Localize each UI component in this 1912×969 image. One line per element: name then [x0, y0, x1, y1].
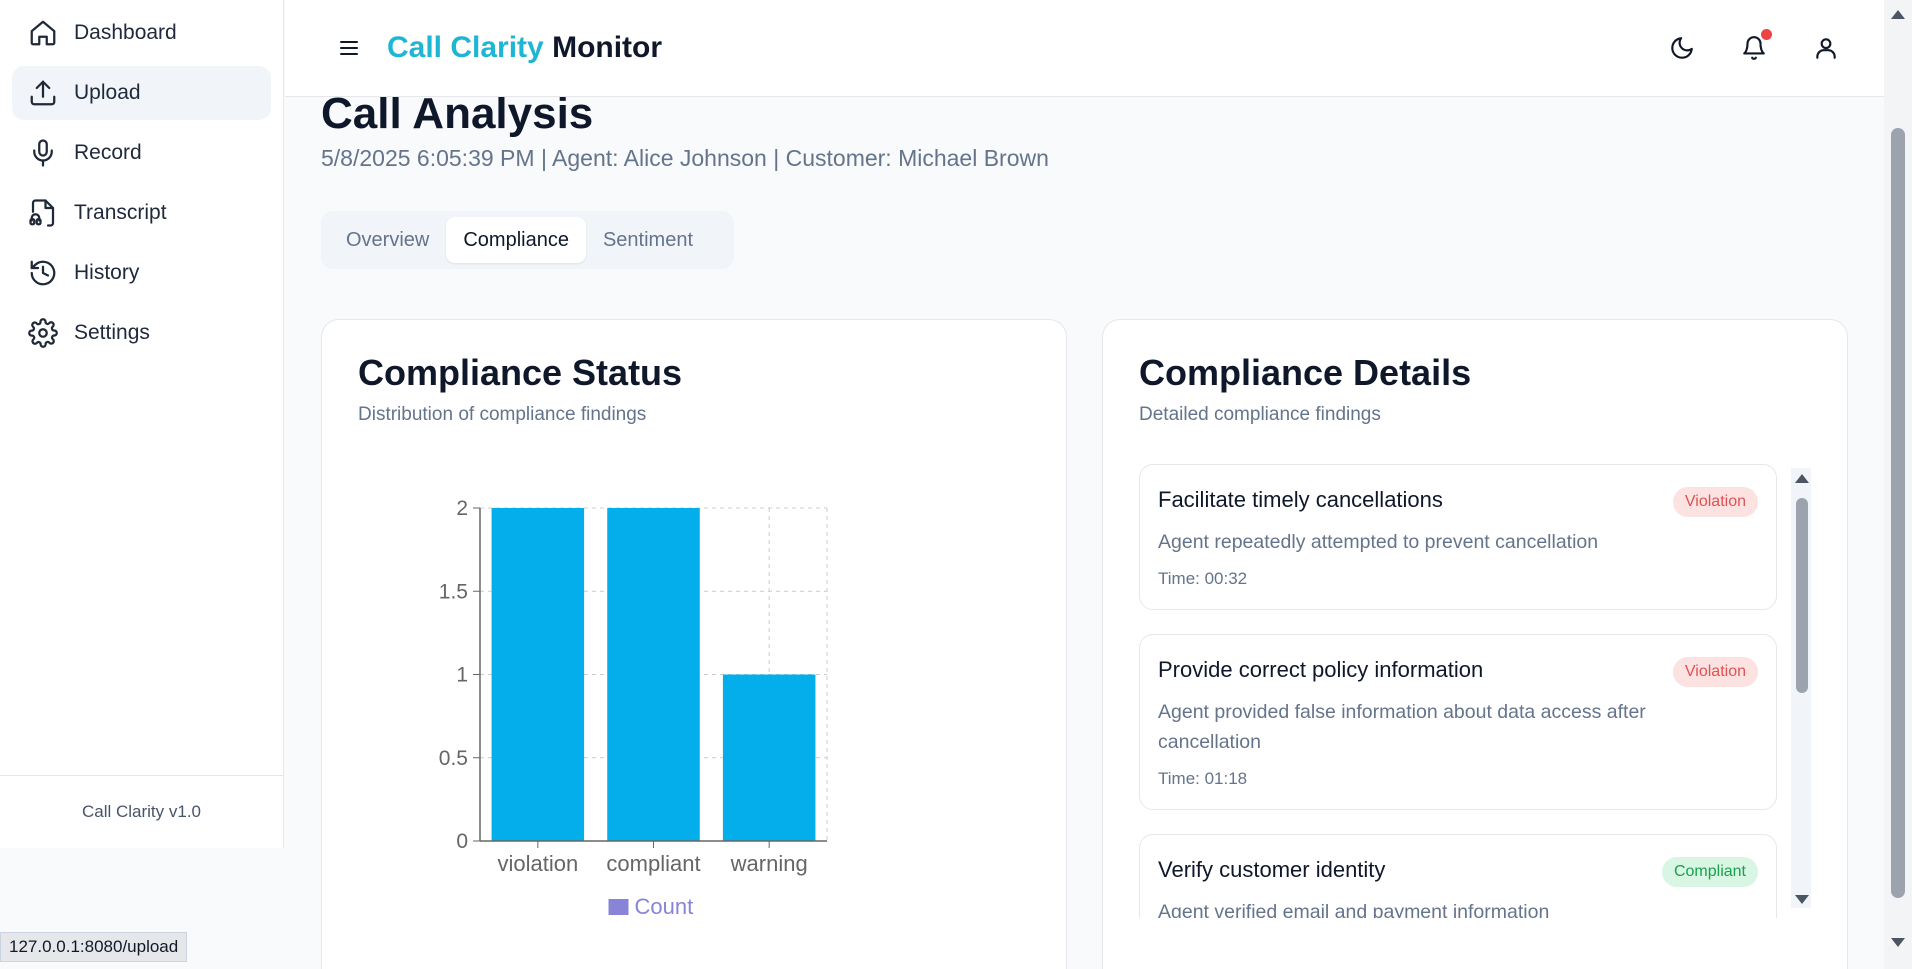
findings-scrollbar[interactable]: [1791, 468, 1811, 908]
header-actions: [1632, 26, 1848, 70]
finding-description: Agent verified email and payment informa…: [1158, 901, 1550, 918]
y-tick-label: 0.5: [439, 747, 468, 770]
card-subtitle: Detailed compliance findings: [1139, 404, 1381, 425]
scroll-up-arrow-icon[interactable]: [1891, 10, 1905, 19]
sidebar-item-history[interactable]: History: [12, 246, 271, 300]
bar-violation: [491, 508, 585, 841]
finding-item: Facilitate timely cancellations Violatio…: [1139, 464, 1777, 610]
tab-sentiment[interactable]: Sentiment: [586, 217, 710, 263]
call-meta: 5/8/2025 6:05:39 PM | Agent: Alice Johns…: [321, 145, 1049, 171]
sidebar-item-upload[interactable]: Upload: [12, 66, 271, 120]
status-badge: Compliant: [1661, 857, 1758, 887]
user-icon: [1816, 38, 1836, 59]
card-title: Compliance Status: [358, 352, 683, 393]
sidebar-item-dashboard[interactable]: Dashboard: [12, 6, 271, 60]
y-tick-label: 2: [456, 497, 468, 520]
scroll-down-arrow-icon[interactable]: [1795, 895, 1809, 904]
finding-description: Agent repeatedly attempted to prevent ca…: [1158, 531, 1599, 553]
bar-warning: [722, 674, 816, 841]
gear-icon: [28, 318, 58, 348]
tab-overview[interactable]: Overview: [329, 217, 446, 263]
sidebar-item-label: History: [74, 261, 140, 284]
scroll-down-arrow-icon[interactable]: [1891, 938, 1905, 947]
mic-icon: [28, 138, 58, 168]
x-tick-label: compliant: [606, 851, 700, 876]
y-tick-label: 1.5: [439, 580, 468, 603]
brand-rest: Monitor: [552, 31, 663, 64]
sidebar-item-label: Upload: [74, 81, 141, 104]
status-badge: Violation: [1672, 487, 1758, 517]
finding-title: Verify customer identity: [1158, 857, 1386, 882]
sidebar-item-label: Transcript: [74, 201, 167, 224]
bar-compliant: [607, 508, 700, 841]
tab-compliance[interactable]: Compliance: [446, 217, 586, 263]
finding-title: Provide correct policy information: [1158, 657, 1484, 682]
legend-label: Count: [635, 894, 694, 919]
y-tick-label: 1: [456, 664, 468, 687]
legend-swatch: [608, 899, 629, 915]
finding-item: Verify customer identity Compliant Agent…: [1139, 834, 1777, 918]
home-icon: [28, 18, 58, 48]
upload-icon: [28, 78, 58, 108]
scrollbar-thumb[interactable]: [1891, 128, 1905, 898]
sidebar-item-record[interactable]: Record: [12, 126, 271, 180]
compliance-details-card: Compliance Details Detailed compliance f…: [1102, 319, 1848, 969]
sidebar-item-settings[interactable]: Settings: [12, 306, 271, 360]
findings-list: Facilitate timely cancellations Violatio…: [1139, 464, 1777, 918]
sidebar-item-label: Record: [74, 141, 142, 164]
file-audio-icon: [28, 198, 58, 228]
moon-icon: [1671, 37, 1693, 59]
page-scrollbar[interactable]: [1884, 0, 1912, 969]
sidebar-item-label: Settings: [74, 321, 150, 344]
sidebar-item-label: Dashboard: [74, 21, 177, 44]
top-bar: Call Clarity Monitor: [285, 0, 1884, 97]
sidebar-item-transcript[interactable]: Transcript: [12, 186, 271, 240]
finding-description: Agent provided false information about d…: [1158, 701, 1646, 753]
main-content: Call Analysis 5/8/2025 6:05:39 PM | Agen…: [285, 97, 1884, 969]
finding-item: Provide correct policy information Viola…: [1139, 634, 1777, 810]
compliance-status-card: Compliance Status Distribution of compli…: [321, 319, 1067, 969]
card-title: Compliance Details: [1139, 352, 1472, 393]
app-brand: Call Clarity Monitor: [387, 31, 662, 65]
app-version: Call Clarity v1.0: [0, 775, 283, 848]
notifications-button[interactable]: [1732, 26, 1776, 70]
menu-button[interactable]: [329, 28, 369, 68]
sidebar-nav: Dashboard Upload Record Transcript Histo…: [0, 0, 283, 360]
sidebar: Dashboard Upload Record Transcript Histo…: [0, 0, 284, 848]
page-title: Call Analysis: [321, 97, 594, 138]
finding-time: Time: 01:18: [1158, 769, 1248, 788]
finding-time: Time: 00:32: [1158, 569, 1248, 588]
y-tick-label: 0: [456, 830, 468, 853]
menu-icon: [340, 41, 358, 55]
user-menu-button[interactable]: [1804, 26, 1848, 70]
history-icon: [28, 258, 58, 288]
card-subtitle: Distribution of compliance findings: [358, 404, 647, 425]
scroll-up-arrow-icon[interactable]: [1795, 474, 1809, 483]
x-tick-label: warning: [730, 851, 808, 876]
link-preview-url: 127.0.0.1:8080/upload: [0, 932, 188, 962]
tab-list: Overview Compliance Sentiment: [321, 211, 734, 269]
x-tick-label: violation: [497, 851, 578, 876]
scrollbar-thumb[interactable]: [1796, 498, 1808, 693]
brand-accent: Call Clarity: [387, 31, 544, 64]
status-badge: Violation: [1672, 657, 1758, 687]
finding-title: Facilitate timely cancellations: [1158, 487, 1443, 512]
compliance-bar-chart: 0 0.5 1 1.5 2 violation compliant warning Count: [439, 497, 828, 919]
notification-dot: [1761, 29, 1772, 40]
theme-toggle-button[interactable]: [1660, 26, 1704, 70]
